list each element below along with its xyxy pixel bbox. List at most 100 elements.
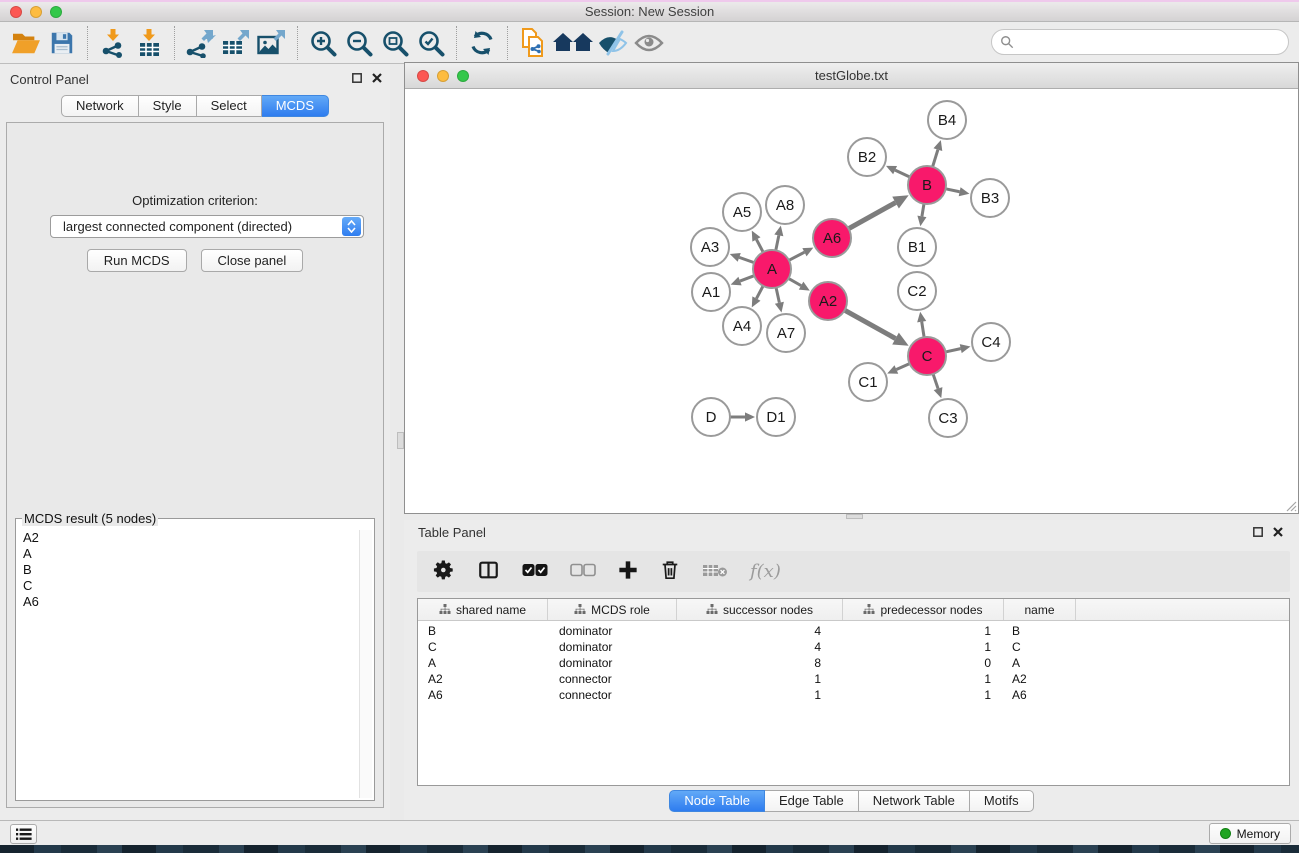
column-header-successor-nodes[interactable]: successor nodes (677, 599, 843, 620)
graph-node-A1[interactable]: A1 (692, 273, 730, 311)
graph-edge-A6-B[interactable] (849, 203, 896, 229)
mcds-result-item[interactable]: A6 (18, 594, 359, 610)
graph-edge-B-B1[interactable] (922, 204, 924, 217)
column-manager-icon[interactable] (477, 559, 500, 584)
table-row[interactable]: Adominator80A (418, 655, 1289, 671)
hide-details-icon[interactable] (595, 26, 631, 60)
float-panel-icon[interactable] (352, 73, 362, 83)
graph-node-A4[interactable]: A4 (723, 307, 761, 345)
graph-edge-A-A2[interactable] (788, 278, 801, 285)
table-options-gear-icon[interactable] (433, 559, 455, 584)
tab-style[interactable]: Style (139, 95, 197, 117)
table-row[interactable]: Bdominator41B (418, 623, 1289, 639)
graph-node-A5[interactable]: A5 (723, 193, 761, 231)
column-header-shared-name[interactable]: shared name (418, 599, 548, 620)
graph-edge-B-B2[interactable] (895, 170, 910, 177)
refresh-layout-icon[interactable] (464, 26, 500, 60)
delete-table-icon[interactable] (702, 563, 728, 581)
graph-node-B[interactable]: B (908, 166, 946, 204)
graph-edge-A-A4[interactable] (756, 286, 763, 299)
search-field[interactable] (991, 29, 1289, 55)
column-header-MCDS-role[interactable]: MCDS role (548, 599, 677, 620)
tab-network-table[interactable]: Network Table (859, 790, 970, 812)
tab-mcds[interactable]: MCDS (262, 95, 329, 117)
graph-edge-A-A3[interactable] (739, 257, 754, 262)
column-header-name[interactable]: name (1004, 599, 1076, 620)
close-table-panel-icon[interactable] (1273, 527, 1283, 537)
tab-network[interactable]: Network (61, 95, 139, 117)
graph-node-A2[interactable]: A2 (809, 282, 847, 320)
export-image-icon[interactable] (254, 26, 290, 60)
graph-edge-A-A8[interactable] (776, 235, 779, 250)
graph-node-A[interactable]: A (753, 250, 791, 288)
tab-motifs[interactable]: Motifs (970, 790, 1034, 812)
zoom-selected-icon[interactable] (413, 26, 449, 60)
table-row[interactable]: A6connector11A6 (418, 687, 1289, 703)
zoom-fit-icon[interactable] (377, 26, 413, 60)
graph-node-A8[interactable]: A8 (766, 186, 804, 224)
graph-node-B3[interactable]: B3 (971, 179, 1009, 217)
table-row[interactable]: A2connector11A2 (418, 671, 1289, 687)
close-panel-button[interactable]: Close panel (201, 249, 304, 272)
graph-edge-B-B4[interactable] (933, 150, 938, 167)
task-history-button[interactable] (10, 824, 37, 844)
column-header-predecessor-nodes[interactable]: predecessor nodes (843, 599, 1004, 620)
graph-node-A7[interactable]: A7 (767, 314, 805, 352)
graph-node-C3[interactable]: C3 (929, 399, 967, 437)
export-network-icon[interactable] (182, 26, 218, 60)
graph-node-B4[interactable]: B4 (928, 101, 966, 139)
zoom-out-icon[interactable] (341, 26, 377, 60)
delete-column-icon[interactable] (660, 559, 680, 584)
graph-edge-C-C4[interactable] (946, 349, 961, 352)
save-session-icon[interactable] (44, 26, 80, 60)
import-table-icon[interactable] (131, 26, 167, 60)
graph-edge-B-B3[interactable] (946, 189, 960, 192)
splitpane-vertical-grip[interactable] (397, 432, 404, 449)
graph-node-C4[interactable]: C4 (972, 323, 1010, 361)
run-mcds-button[interactable]: Run MCDS (87, 249, 187, 272)
mcds-result-item[interactable]: A (18, 546, 359, 562)
deselect-all-icon[interactable] (570, 563, 596, 580)
tab-edge-table[interactable]: Edge Table (765, 790, 859, 812)
criterion-select[interactable]: largest connected component (directed) (50, 215, 364, 238)
graph-edge-A-A5[interactable] (756, 239, 763, 252)
resize-grip-icon[interactable] (1284, 499, 1297, 512)
memory-button[interactable]: Memory (1209, 823, 1291, 844)
graph-edge-A2-C[interactable] (845, 310, 896, 338)
mcds-result-item[interactable]: C (18, 578, 359, 594)
zoom-in-icon[interactable] (305, 26, 341, 60)
function-builder-icon[interactable]: f(x) (750, 561, 781, 582)
mcds-result-scrollbar[interactable] (359, 530, 372, 798)
graph-edge-A-A7[interactable] (776, 288, 779, 303)
graph-node-C2[interactable]: C2 (898, 272, 936, 310)
close-panel-icon[interactable] (372, 73, 382, 83)
network-window-titlebar[interactable]: testGlobe.txt (405, 63, 1298, 89)
open-session-icon[interactable] (8, 26, 44, 60)
export-table-icon[interactable] (218, 26, 254, 60)
mcds-result-item[interactable]: A2 (18, 530, 359, 546)
show-details-icon[interactable] (631, 26, 667, 60)
graph-edge-A-A6[interactable] (789, 252, 805, 260)
import-network-icon[interactable] (95, 26, 131, 60)
home-view-icon[interactable] (551, 26, 595, 60)
select-all-icon[interactable] (522, 563, 548, 580)
network-canvas[interactable]: B4B2BB3A8A5A6A3B1AA1C2A2A4A7C4CC1DD1C3 (405, 89, 1298, 513)
search-input[interactable] (1019, 35, 1280, 50)
clone-network-icon[interactable] (515, 26, 551, 60)
graph-edge-C-C3[interactable] (933, 374, 938, 389)
graph-edge-A-A1[interactable] (740, 276, 754, 281)
graph-node-B2[interactable]: B2 (848, 138, 886, 176)
graph-edge-C-C2[interactable] (922, 322, 924, 338)
graph-node-A6[interactable]: A6 (813, 219, 851, 257)
graph-node-B1[interactable]: B1 (898, 228, 936, 266)
graph-node-D[interactable]: D (692, 398, 730, 436)
mcds-result-item[interactable]: B (18, 562, 359, 578)
graph-node-A3[interactable]: A3 (691, 228, 729, 266)
graph-node-D1[interactable]: D1 (757, 398, 795, 436)
add-column-icon[interactable] (618, 560, 638, 583)
splitpane-horizontal-grip[interactable] (846, 514, 863, 519)
table-row[interactable]: Cdominator41C (418, 639, 1289, 655)
graph-node-C[interactable]: C (908, 337, 946, 375)
tab-node-table[interactable]: Node Table (669, 790, 765, 812)
tab-select[interactable]: Select (197, 95, 262, 117)
